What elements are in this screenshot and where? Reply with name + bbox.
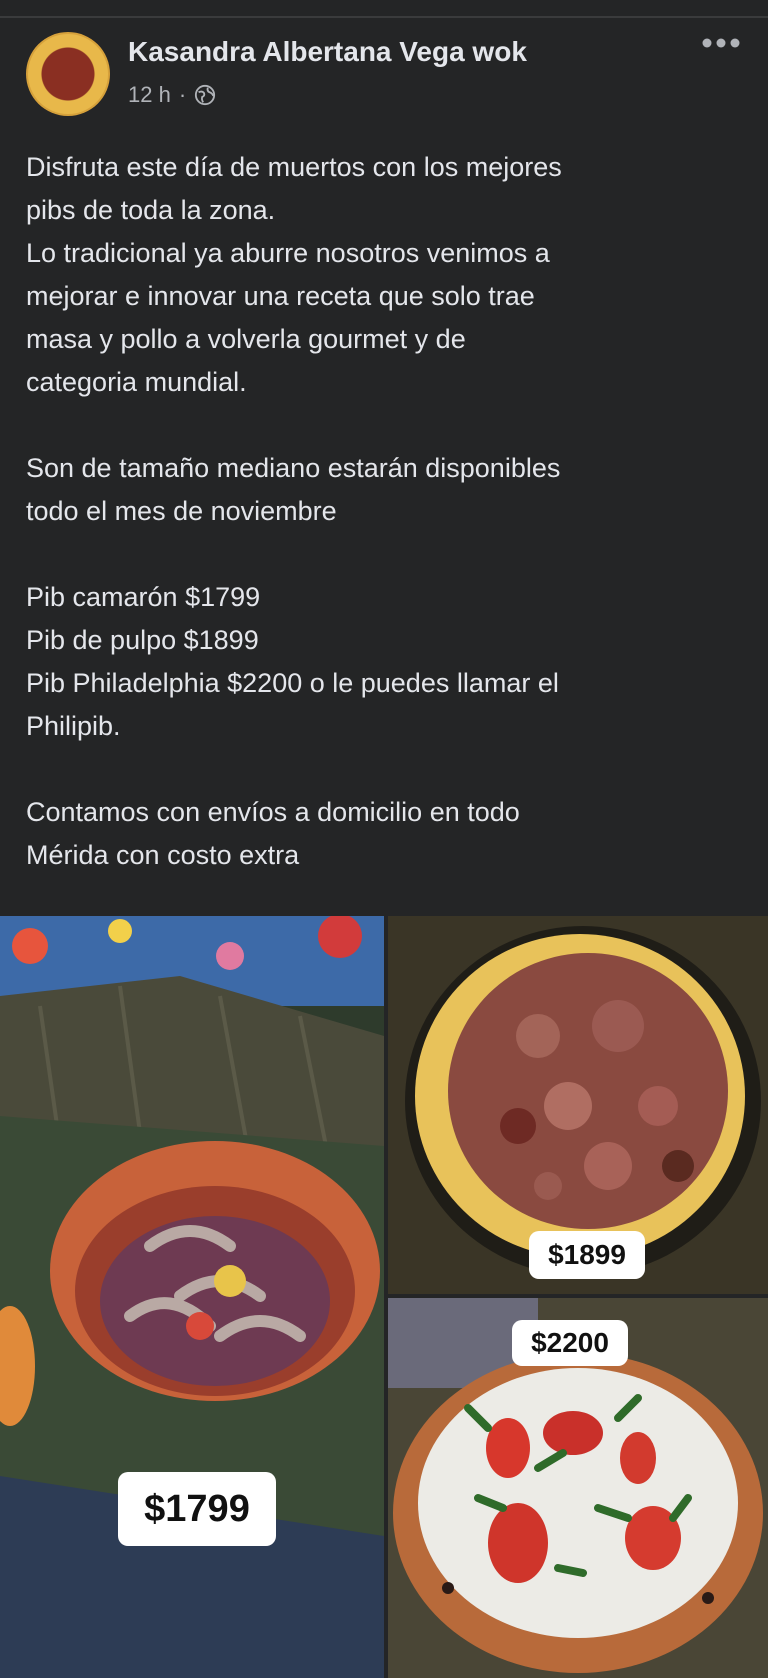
post-header: Kasandra Albertana Vega wok 12 h ·: [0, 18, 768, 128]
avatar[interactable]: [26, 32, 110, 116]
more-options-icon[interactable]: [700, 36, 742, 50]
photo-shrimp-pib[interactable]: $1799: [0, 916, 384, 1678]
post-meta: 12 h ·: [128, 82, 216, 108]
photo-octopus-pib[interactable]: $1899: [388, 916, 768, 1294]
author-name[interactable]: Kasandra Albertana Vega wok: [128, 36, 527, 68]
price-tag-shrimp: $1799: [118, 1472, 276, 1546]
globe-icon: [195, 84, 216, 106]
shrimp-pib-image: [0, 916, 384, 1678]
post-body: Disfruta este día de muertos con los mej…: [26, 152, 562, 870]
post-time[interactable]: 12 h: [128, 82, 171, 108]
price-tag-philadelphia: $2200: [512, 1320, 628, 1366]
price-tag-octopus: $1899: [529, 1231, 645, 1279]
photo-philadelphia-pib[interactable]: $2200: [388, 1298, 768, 1678]
meta-separator: ·: [178, 82, 187, 107]
